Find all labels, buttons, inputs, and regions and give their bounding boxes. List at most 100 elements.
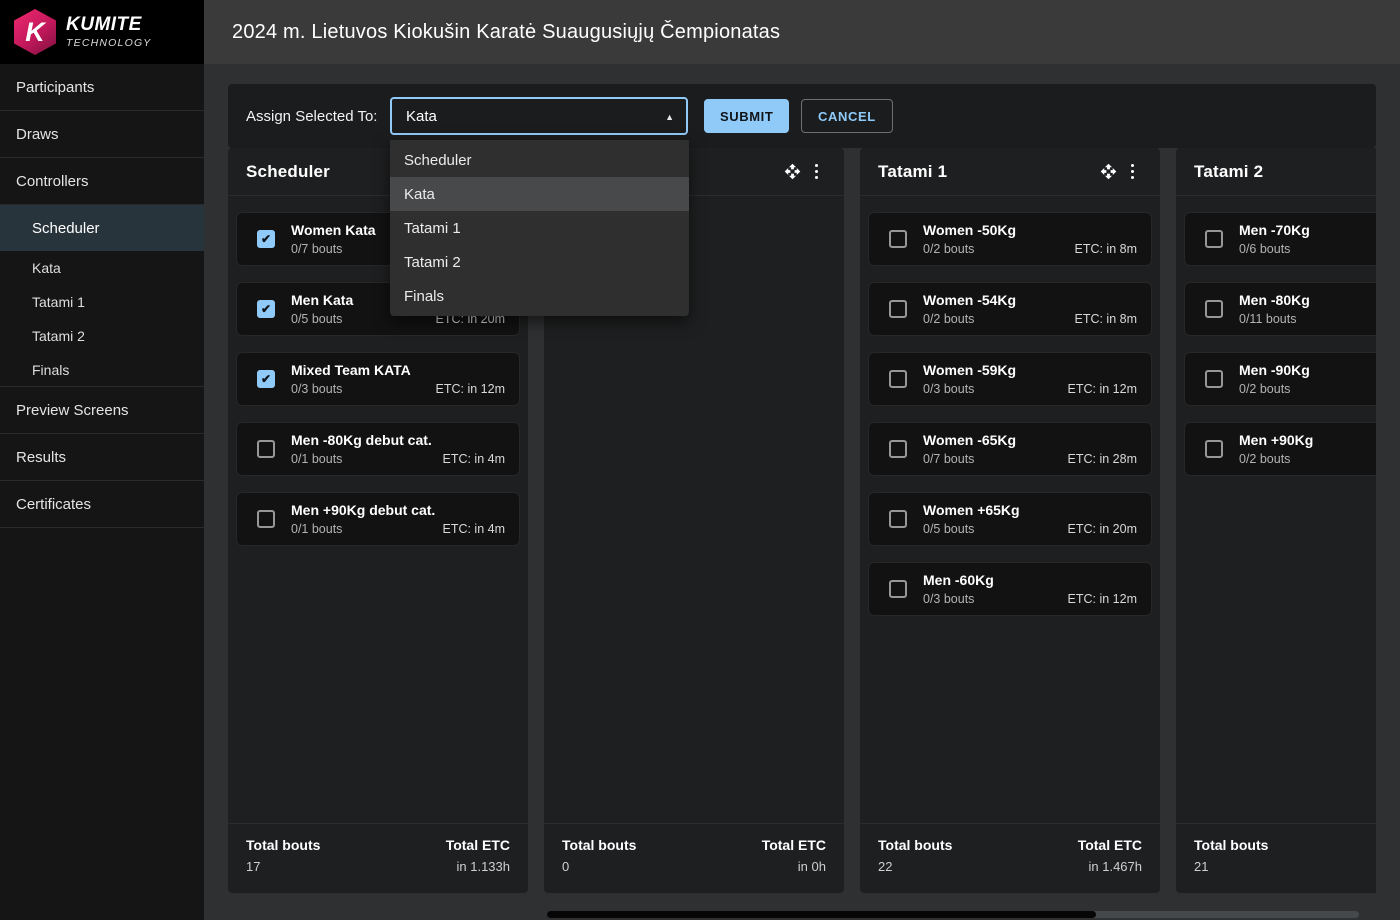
category-bouts: 0/2 bouts xyxy=(1239,382,1310,396)
total-etc-label: Total ETC xyxy=(1078,837,1142,853)
assign-dropdown-menu: Scheduler Kata Tatami 1 Tatami 2 Finals xyxy=(390,140,689,316)
category-etc: ETC: in 28m xyxy=(1068,452,1137,466)
total-bouts-value: 21 xyxy=(1194,859,1268,874)
category-card[interactable]: Women +65Kg 0/5 bouts ETC: in 20m xyxy=(868,492,1152,546)
app-root: K KUMITE TECHNOLOGY Participants Draws C… xyxy=(0,0,1400,920)
total-bouts-value: 22 xyxy=(878,859,952,874)
category-checkbox[interactable] xyxy=(889,300,907,318)
brand-subtitle: TECHNOLOGY xyxy=(66,37,152,49)
submit-button[interactable]: SUBMIT xyxy=(704,99,789,133)
menu-option-label: Kata xyxy=(404,186,435,203)
sidebar-item-label: Results xyxy=(16,449,66,466)
category-checkbox[interactable] xyxy=(257,370,275,388)
sidebar-item-kata[interactable]: Kata xyxy=(0,251,204,285)
sidebar-item-label: Kata xyxy=(32,260,61,276)
sidebar-item-label: Tatami 2 xyxy=(32,328,85,344)
category-etc: ETC: in 8m xyxy=(1074,312,1137,326)
category-card[interactable]: Mixed Team KATA 0/3 bouts ETC: in 12m xyxy=(236,352,520,406)
column-scheduler-footer: Total bouts 17 Total ETC in 1.133h xyxy=(228,823,528,893)
category-etc: ETC: in 12m xyxy=(436,382,505,396)
category-card[interactable]: Women -54Kg 0/2 bouts ETC: in 8m xyxy=(868,282,1152,336)
category-bouts: 0/3 bouts xyxy=(291,382,411,396)
total-bouts-value: 0 xyxy=(562,859,636,874)
category-checkbox[interactable] xyxy=(1205,300,1223,318)
move-handle-icon[interactable] xyxy=(784,163,801,180)
sidebar-item-label: Certificates xyxy=(16,496,91,513)
sidebar-item-participants[interactable]: Participants xyxy=(0,64,204,111)
category-bouts: 0/1 bouts xyxy=(291,452,432,466)
sidebar-item-tatami-1[interactable]: Tatami 1 xyxy=(0,285,204,319)
category-checkbox[interactable] xyxy=(889,230,907,248)
sidebar-item-preview-screens[interactable]: Preview Screens xyxy=(0,387,204,434)
column-tatami-2-header: Tatami 2 xyxy=(1176,148,1376,196)
sidebar-item-label: Scheduler xyxy=(32,220,100,237)
category-checkbox[interactable] xyxy=(889,370,907,388)
app-header: 2024 m. Lietuvos Kiokušin Karatė Suaugus… xyxy=(204,0,1400,64)
category-card[interactable]: Men +90Kg 0/2 bouts xyxy=(1184,422,1376,476)
category-checkbox[interactable] xyxy=(1205,230,1223,248)
category-checkbox[interactable] xyxy=(889,510,907,528)
category-checkbox[interactable] xyxy=(257,230,275,248)
sidebar-item-draws[interactable]: Draws xyxy=(0,111,204,158)
category-bouts: 0/5 bouts xyxy=(291,312,353,326)
horizontal-scrollbar-track[interactable] xyxy=(547,911,1359,918)
category-title: Men +90Kg debut cat. xyxy=(291,502,435,519)
category-checkbox[interactable] xyxy=(889,580,907,598)
sidebar-item-tatami-2[interactable]: Tatami 2 xyxy=(0,319,204,353)
category-card[interactable]: Men -60Kg 0/3 bouts ETC: in 12m xyxy=(868,562,1152,616)
category-card[interactable]: Men +90Kg debut cat. 0/1 bouts ETC: in 4… xyxy=(236,492,520,546)
category-etc: ETC: in 20m xyxy=(1068,522,1137,536)
category-card[interactable]: Women -50Kg 0/2 bouts ETC: in 8m xyxy=(868,212,1152,266)
page-title: 2024 m. Lietuvos Kiokušin Karatė Suaugus… xyxy=(232,21,780,44)
category-checkbox[interactable] xyxy=(257,510,275,528)
category-title: Women +65Kg xyxy=(923,502,1020,519)
category-card[interactable]: Men -80Kg 0/11 bouts xyxy=(1184,282,1376,336)
category-card[interactable]: Men -90Kg 0/2 bouts xyxy=(1184,352,1376,406)
cancel-button[interactable]: CANCEL xyxy=(801,99,893,133)
category-title: Mixed Team KATA xyxy=(291,362,411,379)
category-bouts: 0/2 bouts xyxy=(923,312,1016,326)
assign-select[interactable]: Kata xyxy=(390,97,688,135)
menu-option-finals[interactable]: Finals xyxy=(390,279,689,313)
sidebar-item-label: Participants xyxy=(16,79,94,96)
total-etc-value: in 1.467h xyxy=(1078,859,1142,874)
menu-option-kata[interactable]: Kata xyxy=(390,177,689,211)
total-bouts-value: 17 xyxy=(246,859,320,874)
total-etc-label: Total ETC xyxy=(762,837,826,853)
horizontal-scrollbar-thumb[interactable] xyxy=(547,911,1096,918)
category-checkbox[interactable] xyxy=(889,440,907,458)
sidebar-item-label: Draws xyxy=(16,126,59,143)
category-checkbox[interactable] xyxy=(257,300,275,318)
menu-option-label: Tatami 1 xyxy=(404,220,461,237)
sidebar-item-certificates[interactable]: Certificates xyxy=(0,481,204,528)
sidebar-item-finals[interactable]: Finals xyxy=(0,353,204,387)
sidebar-item-results[interactable]: Results xyxy=(0,434,204,481)
category-card[interactable]: Men -70Kg 0/6 bouts xyxy=(1184,212,1376,266)
category-title: Women Kata xyxy=(291,222,376,239)
menu-option-tatami-1[interactable]: Tatami 1 xyxy=(390,211,689,245)
move-handle-icon[interactable] xyxy=(1100,163,1117,180)
category-title: Men +90Kg xyxy=(1239,432,1313,449)
category-title: Women -59Kg xyxy=(923,362,1016,379)
kebab-menu-icon[interactable] xyxy=(813,161,821,183)
category-card[interactable]: Women -65Kg 0/7 bouts ETC: in 28m xyxy=(868,422,1152,476)
category-title: Men Kata xyxy=(291,292,353,309)
category-etc: ETC: in 8m xyxy=(1074,242,1137,256)
sidebar-item-controllers[interactable]: Controllers xyxy=(0,158,204,205)
category-title: Men -70Kg xyxy=(1239,222,1310,239)
assign-toolbar: Assign Selected To: Kata SUBMIT CANCEL xyxy=(228,84,1376,148)
kebab-menu-icon[interactable] xyxy=(1129,161,1137,183)
category-checkbox[interactable] xyxy=(1205,440,1223,458)
category-bouts: 0/7 bouts xyxy=(291,242,376,256)
category-checkbox[interactable] xyxy=(257,440,275,458)
column-tatami-1: Tatami 1 Women -50Kg 0/2 bouts ETC: in 8 xyxy=(860,148,1160,893)
category-title: Women -65Kg xyxy=(923,432,1016,449)
category-checkbox[interactable] xyxy=(1205,370,1223,388)
menu-option-tatami-2[interactable]: Tatami 2 xyxy=(390,245,689,279)
category-card[interactable]: Women -59Kg 0/3 bouts ETC: in 12m xyxy=(868,352,1152,406)
total-etc-label: Total ETC xyxy=(446,837,510,853)
column-title: Tatami 2 xyxy=(1194,162,1376,182)
sidebar-item-scheduler[interactable]: Scheduler xyxy=(0,205,204,251)
menu-option-scheduler[interactable]: Scheduler xyxy=(390,143,689,177)
category-card[interactable]: Men -80Kg debut cat. 0/1 bouts ETC: in 4… xyxy=(236,422,520,476)
